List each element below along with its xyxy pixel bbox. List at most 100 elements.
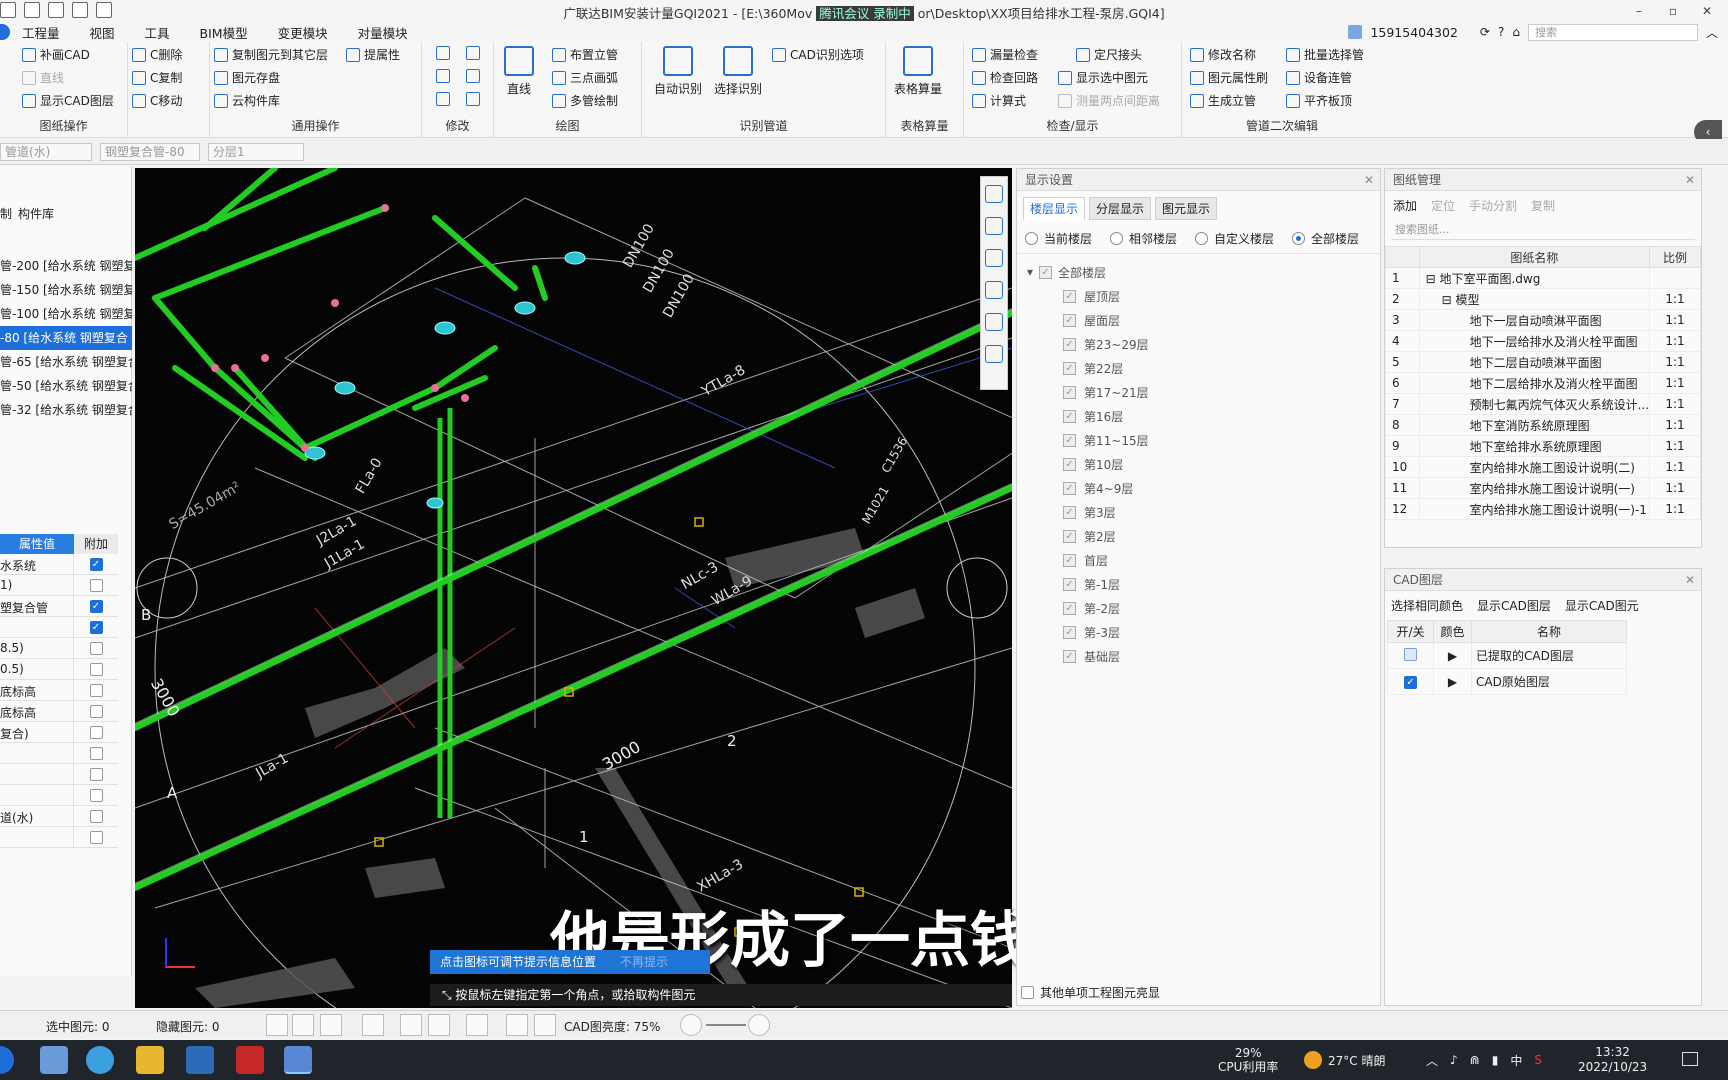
3d-snap-icon[interactable] xyxy=(362,1014,384,1036)
floor-checkbox[interactable]: ✓ xyxy=(1063,337,1076,351)
check-loop-button[interactable]: 检查回路 xyxy=(972,69,1038,86)
close-icon[interactable]: ✕ xyxy=(1685,169,1695,191)
ortho-toggle-icon[interactable] xyxy=(292,1014,314,1036)
copy-to-floor-button[interactable]: 复制图元到其它层 xyxy=(214,46,328,63)
property-row[interactable] xyxy=(0,785,118,806)
floor-checkbox[interactable]: ✓ xyxy=(1063,577,1076,591)
rotate-view-icon[interactable] xyxy=(985,313,1003,331)
expand-icon[interactable]: ▶ xyxy=(1433,642,1472,669)
tab-layer-display[interactable]: 分层显示 xyxy=(1089,197,1152,220)
attach-checkbox[interactable]: ✓ xyxy=(89,620,103,634)
notification-icon[interactable] xyxy=(1682,1052,1698,1066)
property-row[interactable]: 底标高 xyxy=(0,680,118,701)
close-icon[interactable]: ✕ xyxy=(1685,569,1695,591)
grid-toggle-icon[interactable] xyxy=(266,1014,288,1036)
table-row[interactable]: ▶ 已提取的CAD图层 xyxy=(1387,642,1627,669)
clock[interactable]: 13:32 2022/10/23 xyxy=(1578,1040,1647,1080)
zoom-in-icon[interactable] xyxy=(748,1014,770,1036)
floor-checkbox[interactable]: ✓ xyxy=(1063,313,1076,327)
tab-library[interactable]: 构件库 xyxy=(18,205,54,222)
tab-component[interactable]: 制 xyxy=(0,205,12,222)
list-item-selected[interactable]: -80 [给水系统 钢塑复合 xyxy=(0,326,132,350)
floor-checkbox[interactable]: ✓ xyxy=(1063,361,1076,375)
3d-view-icon[interactable] xyxy=(985,249,1003,267)
menu-item-quantity[interactable]: 工程量 xyxy=(22,23,60,42)
collapse-tree-icon[interactable]: ⊟ xyxy=(1426,272,1440,286)
show-cad-layer-dropdown[interactable]: 显示CAD图层 xyxy=(1477,597,1551,614)
draw-line-button[interactable]: 直线 xyxy=(504,46,534,97)
drawing-name-cell[interactable]: 室内给排水施工图设计说明(一)-1 xyxy=(1418,498,1651,520)
attr-brush-button[interactable]: 图元属性刷 xyxy=(1190,69,1268,86)
radio-custom-floor[interactable]: 自定义楼层 xyxy=(1195,230,1274,247)
floor-item[interactable]: ✓ 第22层 xyxy=(1027,356,1370,380)
cad-app-icon[interactable] xyxy=(186,1046,214,1074)
gqi-app-icon[interactable] xyxy=(284,1046,312,1074)
property-value[interactable]: 塑复合管 xyxy=(0,596,74,616)
close-button[interactable]: ✕ xyxy=(1690,0,1724,22)
start-icon[interactable] xyxy=(0,1046,14,1074)
delete-button[interactable]: C删除 xyxy=(132,46,182,63)
floor-item[interactable]: ✓ 第10层 xyxy=(1027,452,1370,476)
list-item[interactable]: 管-65 [给水系统 钢塑复合 xyxy=(0,350,132,374)
floor-item[interactable]: ✓ 第-3层 xyxy=(1027,620,1370,644)
attach-checkbox[interactable] xyxy=(89,767,103,781)
ime-indicator[interactable]: 中 xyxy=(1510,1052,1522,1069)
attach-checkbox[interactable] xyxy=(89,809,103,823)
floor-item[interactable]: ✓ 第4~9层 xyxy=(1027,476,1370,500)
modify-mirror-button[interactable] xyxy=(466,46,480,60)
formula-button[interactable]: 计算式 xyxy=(972,92,1026,109)
autocad-icon[interactable] xyxy=(236,1046,264,1074)
add-cad-button[interactable]: 补画CAD xyxy=(22,46,90,63)
floor-item[interactable]: ✓ 第17~21层 xyxy=(1027,380,1370,404)
equipment-connect-button[interactable]: 设备连管 xyxy=(1286,69,1352,86)
floor-root[interactable]: ▾ ✓ 全部楼层 xyxy=(1027,260,1370,284)
property-value[interactable] xyxy=(0,617,74,637)
table-row[interactable]: 3 地下一层自动喷淋平面图 1:1 xyxy=(1385,309,1701,331)
property-row[interactable]: ✓ xyxy=(0,617,118,638)
orbit-icon[interactable] xyxy=(985,185,1003,203)
property-row[interactable] xyxy=(0,827,118,848)
menu-item-change[interactable]: 变更模块 xyxy=(278,23,328,42)
table-row[interactable]: 12 室内给排水施工图设计说明(一)-1 1:1 xyxy=(1385,498,1701,520)
table-row[interactable]: ✓ ▶ CAD原始图层 xyxy=(1387,668,1627,695)
list-item[interactable]: 管-200 [给水系统 钢塑复 xyxy=(0,254,132,278)
attach-checkbox[interactable] xyxy=(89,746,103,760)
component-combo[interactable]: 钢塑复合管-80 xyxy=(100,143,200,161)
rename-button[interactable]: 修改名称 xyxy=(1190,46,1256,63)
cross-icon[interactable] xyxy=(400,1014,422,1036)
floor-checkbox[interactable]: ✓ xyxy=(1063,409,1076,423)
floor-item[interactable]: ✓ 第-2层 xyxy=(1027,596,1370,620)
select-recognize-button[interactable]: 选择识别 xyxy=(714,46,762,97)
menu-item-view[interactable]: 视图 xyxy=(90,23,115,42)
highlight-other-option[interactable]: 其他单项工程图元亮显 xyxy=(1021,984,1160,1001)
menu-item-bim[interactable]: BIM模型 xyxy=(200,23,248,42)
table-row[interactable]: 8 地下室消防系统原理图 1:1 xyxy=(1385,414,1701,436)
property-value[interactable]: 0.5) xyxy=(0,659,74,679)
angle-icon[interactable] xyxy=(428,1014,450,1036)
table-row[interactable]: 11 室内给排水施工图设计说明(一) 1:1 xyxy=(1385,477,1701,499)
list-item[interactable]: 管-50 [给水系统 钢塑复合 xyxy=(0,374,132,398)
list-view-icon[interactable] xyxy=(985,345,1003,363)
floor-checkbox[interactable]: ✓ xyxy=(1063,457,1076,471)
floor-item[interactable]: ✓ 第3层 xyxy=(1027,500,1370,524)
radio-all-floors[interactable]: 全部楼层 xyxy=(1292,230,1359,247)
drawing-name-cell[interactable]: 地下二层自动喷淋平面图 xyxy=(1418,351,1651,373)
brightness-slider[interactable] xyxy=(706,1024,746,1026)
property-value[interactable]: 底标高 xyxy=(0,701,74,721)
property-value[interactable]: 复合) xyxy=(0,722,74,742)
property-row[interactable]: 道(水) xyxy=(0,806,118,827)
property-row[interactable]: 水系统 ✓ xyxy=(0,554,118,575)
drawing-name-cell[interactable]: 地下一层给排水及消火栓平面图 xyxy=(1418,330,1651,352)
property-value[interactable] xyxy=(0,764,74,784)
attach-checkbox[interactable] xyxy=(89,683,103,697)
drawing-name-cell[interactable]: 地下室给排水系统原理图 xyxy=(1418,435,1651,457)
drawing-name-cell[interactable]: 地下二层给排水及消火栓平面图 xyxy=(1418,372,1651,394)
floor-checkbox[interactable]: ✓ xyxy=(1063,625,1076,639)
multi-pipe-button[interactable]: 多管绘制 xyxy=(552,92,618,109)
property-row[interactable]: 1) xyxy=(0,575,118,596)
floor-checkbox[interactable]: ✓ xyxy=(1063,649,1076,663)
list-item[interactable]: 管-100 [给水系统 钢塑复 xyxy=(0,302,132,326)
property-value[interactable] xyxy=(0,785,74,805)
expand-icon[interactable]: ▾ xyxy=(1027,265,1033,279)
locate-button[interactable]: 定位 xyxy=(1431,197,1455,214)
